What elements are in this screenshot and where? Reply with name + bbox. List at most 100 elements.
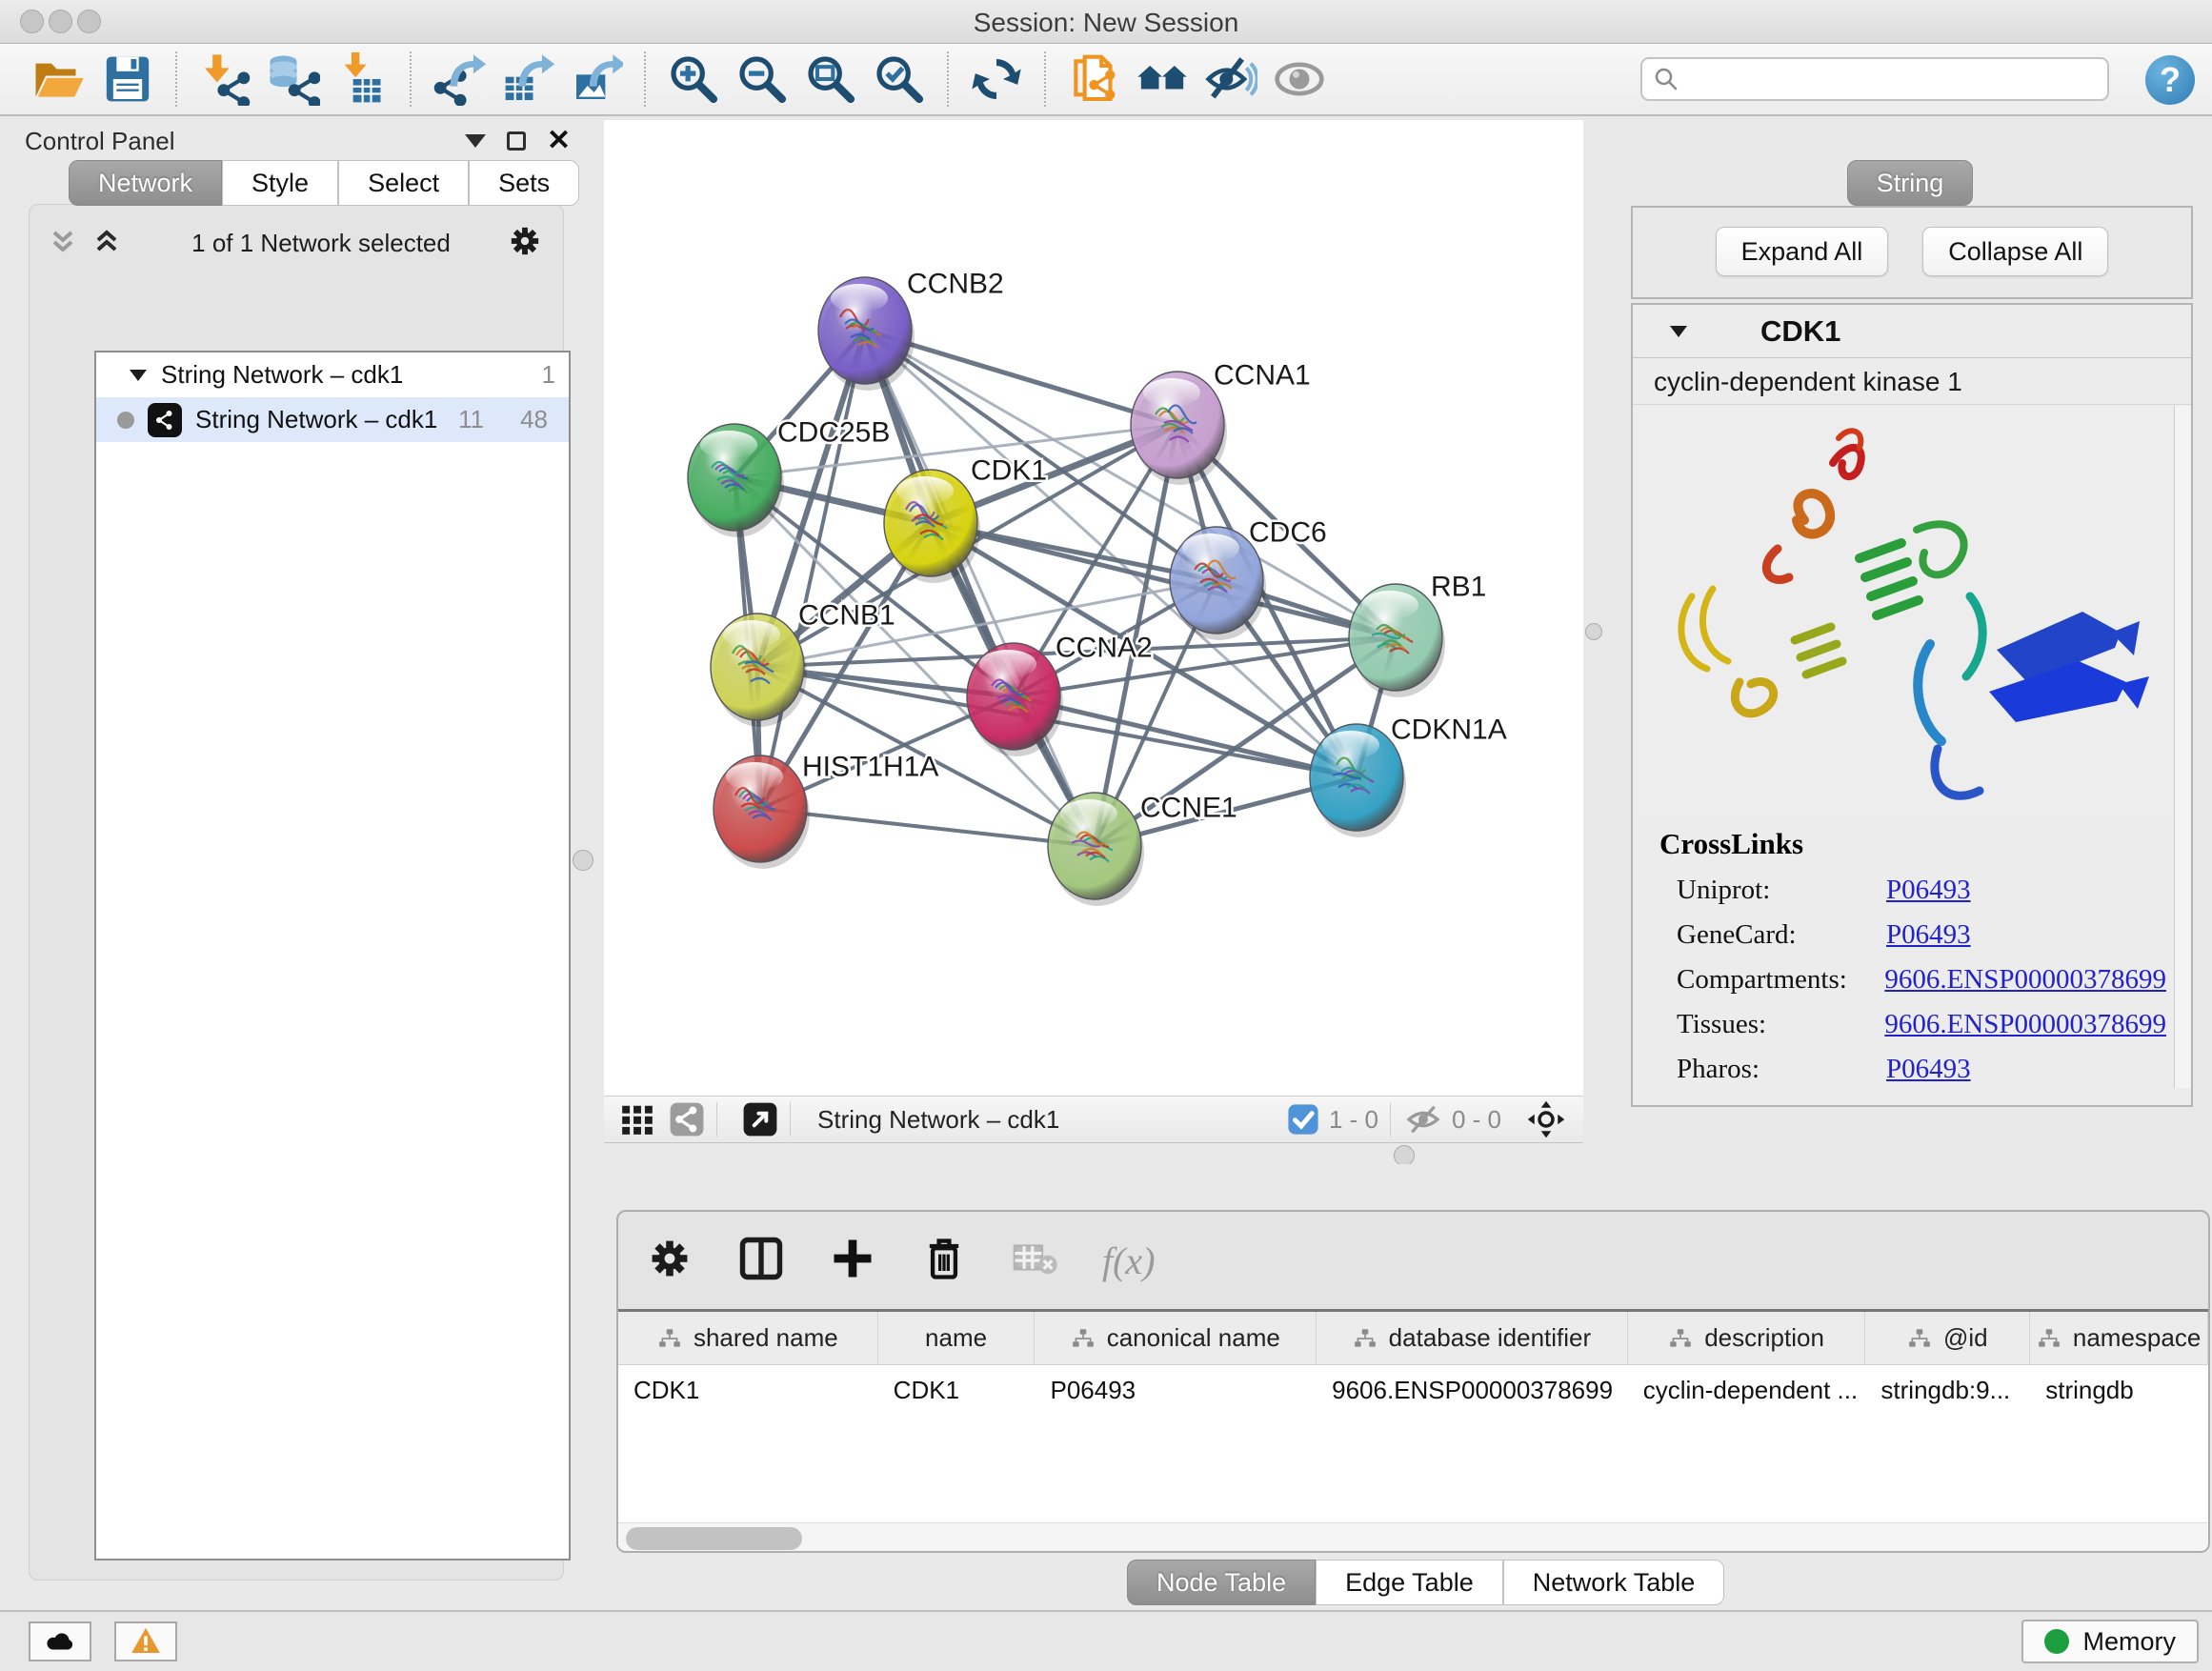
node-label: CCNB2 <box>907 269 1004 300</box>
open-file-icon[interactable] <box>25 49 93 110</box>
splitter-handle[interactable] <box>573 850 593 871</box>
export-network-icon[interactable] <box>425 49 493 110</box>
table-cell[interactable]: 9606.ENSP00000378699 <box>1317 1365 1628 1415</box>
crosslink-label: Tissues: <box>1677 1009 1884 1040</box>
results-scrollbar[interactable] <box>2174 406 2191 1088</box>
homes-icon[interactable] <box>1128 49 1196 110</box>
add-column-icon[interactable] <box>828 1234 877 1288</box>
crosslink-link[interactable]: 9606.ENSP00000378699 <box>1884 964 2166 996</box>
collapse-all-button[interactable]: Collapse All <box>1922 227 2108 276</box>
warnings-button[interactable] <box>114 1621 177 1661</box>
zoom-in-icon[interactable] <box>659 49 728 110</box>
tab-node-table[interactable]: Node Table <box>1127 1560 1316 1605</box>
open-in-browser-icon[interactable] <box>742 1101 778 1137</box>
crosslink-link[interactable]: P06493 <box>1886 919 1971 951</box>
zoom-selected-icon[interactable] <box>865 49 934 110</box>
namespace-icon <box>2037 1326 2061 1351</box>
grid-view-icon[interactable] <box>619 1101 655 1137</box>
collection-count: 1 <box>542 360 555 390</box>
tab-select[interactable]: Select <box>338 160 469 206</box>
tab-network[interactable]: Network <box>69 160 222 206</box>
column-header-database-identifier[interactable]: database identifier <box>1317 1312 1628 1364</box>
cloud-icon <box>44 1625 76 1658</box>
network-node[interactable]: CCNE1 <box>1048 793 1237 907</box>
table-horizontal-scrollbar[interactable] <box>618 1522 2208 1553</box>
import-table-icon[interactable] <box>328 49 396 110</box>
toolbar-separator <box>175 51 177 107</box>
network-node[interactable]: CDKN1A <box>1310 715 1507 838</box>
search-input[interactable] <box>1680 60 2107 98</box>
network-collection-row[interactable]: String Network – cdk1 1 <box>96 352 569 397</box>
expand-all-button[interactable]: Expand All <box>1716 227 1889 276</box>
table-options-gear-icon[interactable] <box>645 1234 694 1288</box>
delete-column-icon[interactable] <box>919 1234 969 1288</box>
share-file-icon[interactable] <box>1059 49 1128 110</box>
network-node[interactable]: CDC6 <box>1170 517 1327 641</box>
table-row[interactable]: CDK1CDK1P064939606.ENSP00000378699cyclin… <box>618 1365 2208 1415</box>
column-header-shared-name[interactable]: shared name <box>618 1312 878 1364</box>
gray-eye-icon[interactable] <box>1265 49 1334 110</box>
splitter-handle[interactable] <box>1394 1145 1415 1166</box>
table-cell[interactable]: stringdb <box>2030 1365 2208 1415</box>
network-node[interactable]: HIST1H1A <box>714 752 938 870</box>
columns-icon[interactable] <box>736 1234 786 1288</box>
network-row-selected[interactable]: String Network – cdk1 11 48 <box>96 397 569 442</box>
tab-style[interactable]: Style <box>222 160 338 206</box>
network-node[interactable]: CDK1 <box>884 455 1047 584</box>
export-table-icon[interactable] <box>493 49 562 110</box>
help-icon[interactable]: ? <box>2145 55 2195 105</box>
column-header-canonical-name[interactable]: canonical name <box>1035 1312 1317 1364</box>
tab-string[interactable]: String <box>1847 160 1974 206</box>
column-header-name[interactable]: name <box>878 1312 1036 1364</box>
refresh-icon[interactable] <box>962 49 1031 110</box>
zoom-out-icon[interactable] <box>728 49 796 110</box>
crosslink-link[interactable]: 9606.ENSP00000378699 <box>1884 1009 2166 1040</box>
expand-all-networks-icon[interactable] <box>92 229 121 257</box>
column-label: shared name <box>694 1323 838 1353</box>
export-image-icon[interactable] <box>562 49 631 110</box>
network-node[interactable]: RB1 <box>1349 572 1486 698</box>
splitter-handle[interactable] <box>1585 623 1602 640</box>
crosslinks-section: CrossLinks Uniprot:P06493GeneCard:P06493… <box>1633 827 2166 1085</box>
table-cell[interactable]: cyclin-dependent ... <box>1628 1365 1866 1415</box>
tab-edge-table[interactable]: Edge Table <box>1316 1560 1503 1605</box>
table-cell[interactable]: CDK1 <box>878 1365 1036 1415</box>
zoom-fit-icon[interactable] <box>796 49 865 110</box>
node-table: shared name namecanonical namedatabase id… <box>618 1309 2208 1553</box>
crosslink-label: Uniprot: <box>1677 875 1886 906</box>
network-options-gear-icon[interactable] <box>506 222 544 265</box>
table-cell[interactable]: P06493 <box>1035 1365 1317 1415</box>
crosslink-link[interactable]: P06493 <box>1886 1054 1971 1085</box>
collapse-all-networks-icon[interactable] <box>49 229 77 257</box>
scrollbar-thumb[interactable] <box>626 1527 802 1550</box>
table-cell[interactable]: CDK1 <box>618 1365 878 1415</box>
import-network-database-icon[interactable] <box>259 49 328 110</box>
network-view[interactable]: CCNB2 CCNA1 CDC25B CDK1 CDC6 <box>604 120 1583 1096</box>
crosslink-link[interactable]: P06493 <box>1886 875 1971 906</box>
birdseye-view-icon[interactable] <box>1526 1099 1566 1139</box>
column-header-description[interactable]: description <box>1628 1312 1866 1364</box>
tab-sets[interactable]: Sets <box>469 160 579 206</box>
column-header-namespace[interactable]: namespace <box>2030 1312 2208 1364</box>
cloud-status-button[interactable] <box>29 1621 91 1661</box>
selected-checkbox-icon[interactable] <box>1287 1103 1319 1136</box>
control-panel-tabs: NetworkStyleSelectSets <box>69 160 579 206</box>
gene-section-header[interactable]: CDK1 <box>1633 305 2191 358</box>
network-edge[interactable] <box>760 809 1095 846</box>
memory-button[interactable]: Memory <box>2021 1620 2199 1663</box>
control-panel: 1 of 1 Network selected String Network –… <box>10 120 564 1580</box>
node-count: 11 <box>458 405 484 434</box>
save-session-icon[interactable] <box>93 49 162 110</box>
section-collapse-icon[interactable] <box>1667 320 1690 343</box>
search-box[interactable] <box>1640 57 2109 101</box>
collection-expand-icon[interactable] <box>127 364 150 387</box>
gene-section: CDK1 cyclin-dependent kinase 1 CrossLink… <box>1631 303 2193 1107</box>
tab-network-table[interactable]: Network Table <box>1503 1560 1725 1605</box>
string-style-icon[interactable] <box>669 1101 705 1137</box>
collection-label: String Network – cdk1 <box>161 360 403 390</box>
table-cell[interactable]: stringdb:9... <box>1865 1365 2030 1415</box>
crosslink-row: GeneCard:P06493 <box>1677 919 2166 951</box>
column-header-@id[interactable]: @id <box>1865 1312 2030 1364</box>
hide-eye-icon[interactable] <box>1196 49 1265 110</box>
import-network-icon[interactable] <box>191 49 259 110</box>
